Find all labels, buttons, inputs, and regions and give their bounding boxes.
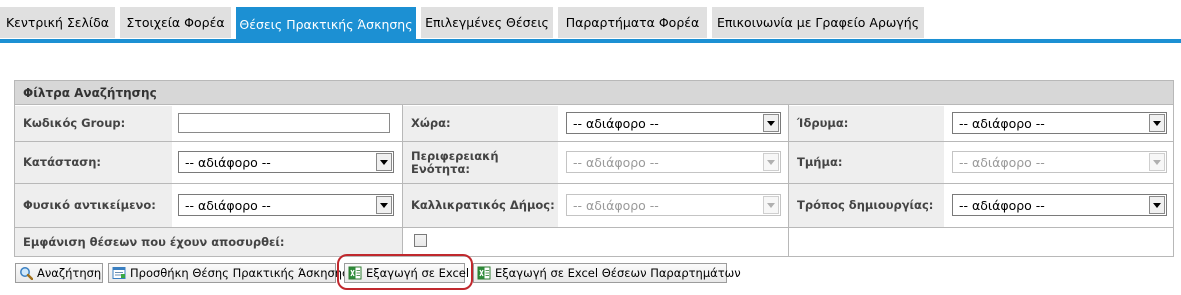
tab-underline — [0, 39, 1181, 43]
show-withdrawn-cell — [403, 228, 788, 256]
export-excel-branches-button[interactable]: Εξαγωγή σε Excel Θέσεων Παραρτημάτων — [473, 263, 741, 283]
add-position-button[interactable]: Προσθήκη Θέσης Πρακτικής Άσκησης — [108, 263, 349, 283]
status-label: Κατάσταση: — [15, 142, 172, 183]
chevron-down-icon[interactable] — [1149, 114, 1165, 132]
highlight-annotation — [337, 254, 473, 290]
filters-title: Φίλτρα Αναζήτησης — [15, 81, 1173, 105]
municipality-label: Καλλικρατικός Δήμος: — [403, 184, 558, 227]
department-label: Τμήμα: — [789, 142, 944, 183]
show-withdrawn-checkbox[interactable] — [414, 234, 427, 247]
search-filters-panel: Φίλτρα Αναζήτησης Κωδικός Group: Χώρα: -… — [14, 80, 1174, 257]
creation-method-select-value: -- αδιάφορο -- — [959, 197, 1045, 213]
institution-cell: -- αδιάφορο -- — [944, 106, 1173, 141]
institution-label: Ίδρυμα: — [789, 106, 944, 141]
group-code-input[interactable] — [178, 113, 390, 133]
subject-cell: -- αδιάφορο -- — [172, 184, 402, 227]
region-select-value: -- αδιάφορο -- — [573, 154, 659, 170]
tab-internship-positions[interactable]: Θέσεις Πρακτικής Άσκησης — [236, 7, 416, 41]
subject-select[interactable]: -- αδιάφορο -- — [178, 194, 394, 216]
creation-method-select[interactable]: -- αδιάφορο -- — [952, 194, 1167, 216]
department-select: -- αδιάφορο -- — [952, 151, 1167, 173]
tab-home[interactable]: Κεντρική Σελίδα — [0, 7, 115, 38]
country-cell: -- αδιάφορο -- — [558, 106, 788, 141]
chevron-down-icon — [763, 153, 779, 171]
chevron-down-icon — [1149, 153, 1165, 171]
creation-method-label: Τρόπος δημιουργίας: — [789, 184, 944, 227]
country-select-value: -- αδιάφορο -- — [573, 115, 659, 131]
chevron-down-icon[interactable] — [376, 153, 392, 171]
chevron-down-icon[interactable] — [763, 114, 779, 132]
chevron-down-icon — [763, 196, 779, 214]
institution-select-value: -- αδιάφορο -- — [959, 115, 1045, 131]
subject-select-value: -- αδιάφορο -- — [185, 197, 271, 213]
chevron-down-icon[interactable] — [1149, 196, 1165, 214]
main-tabs: Κεντρική Σελίδα Στοιχεία Φορέα Θέσεις Πρ… — [0, 7, 1181, 41]
region-select: -- αδιάφορο -- — [566, 151, 781, 173]
tab-selected-positions[interactable]: Επιλεγμένες Θέσεις — [421, 7, 553, 38]
region-label: Περιφερειακή Ενότητα: — [403, 142, 558, 183]
status-select[interactable]: -- αδιάφορο -- — [178, 151, 394, 173]
institution-select[interactable]: -- αδιάφορο -- — [952, 112, 1167, 134]
municipality-select-value: -- αδιάφορο -- — [573, 197, 659, 213]
country-select[interactable]: -- αδιάφορο -- — [566, 112, 781, 134]
subject-label: Φυσικό αντικείμενο: — [15, 184, 172, 227]
tab-organization-info[interactable]: Στοιχεία Φορέα — [120, 7, 231, 38]
group-code-cell — [172, 106, 402, 141]
tab-helpdesk-contact[interactable]: Επικοινωνία με Γραφείο Αρωγής — [712, 7, 924, 38]
tab-branches[interactable]: Παραρτήματα Φορέα — [558, 7, 707, 38]
country-label: Χώρα: — [403, 106, 558, 141]
excel-icon — [477, 266, 491, 280]
search-button[interactable]: Αναζήτηση — [15, 263, 103, 283]
status-cell: -- αδιάφορο -- — [172, 142, 402, 183]
region-cell: -- αδιάφορο -- — [558, 142, 788, 183]
add-position-button-label: Προσθήκη Θέσης Πρακτικής Άσκησης — [130, 266, 349, 280]
municipality-select: -- αδιάφορο -- — [566, 194, 781, 216]
creation-method-cell: -- αδιάφορο -- — [944, 184, 1173, 227]
magnifier-icon — [20, 267, 33, 280]
municipality-cell: -- αδιάφορο -- — [558, 184, 788, 227]
status-select-value: -- αδιάφορο -- — [185, 154, 271, 170]
show-withdrawn-label: Εμφάνιση θέσεων που έχουν αποσυρθεί: — [15, 228, 402, 256]
group-code-label: Κωδικός Group: — [15, 106, 172, 141]
department-cell: -- αδιάφορο -- — [944, 142, 1173, 183]
search-button-label: Αναζήτηση — [37, 266, 102, 280]
export-excel-branches-button-label: Εξαγωγή σε Excel Θέσεων Παραρτημάτων — [495, 266, 741, 280]
department-select-value: -- αδιάφορο -- — [959, 154, 1045, 170]
chevron-down-icon[interactable] — [376, 196, 392, 214]
form-add-icon — [112, 267, 126, 279]
